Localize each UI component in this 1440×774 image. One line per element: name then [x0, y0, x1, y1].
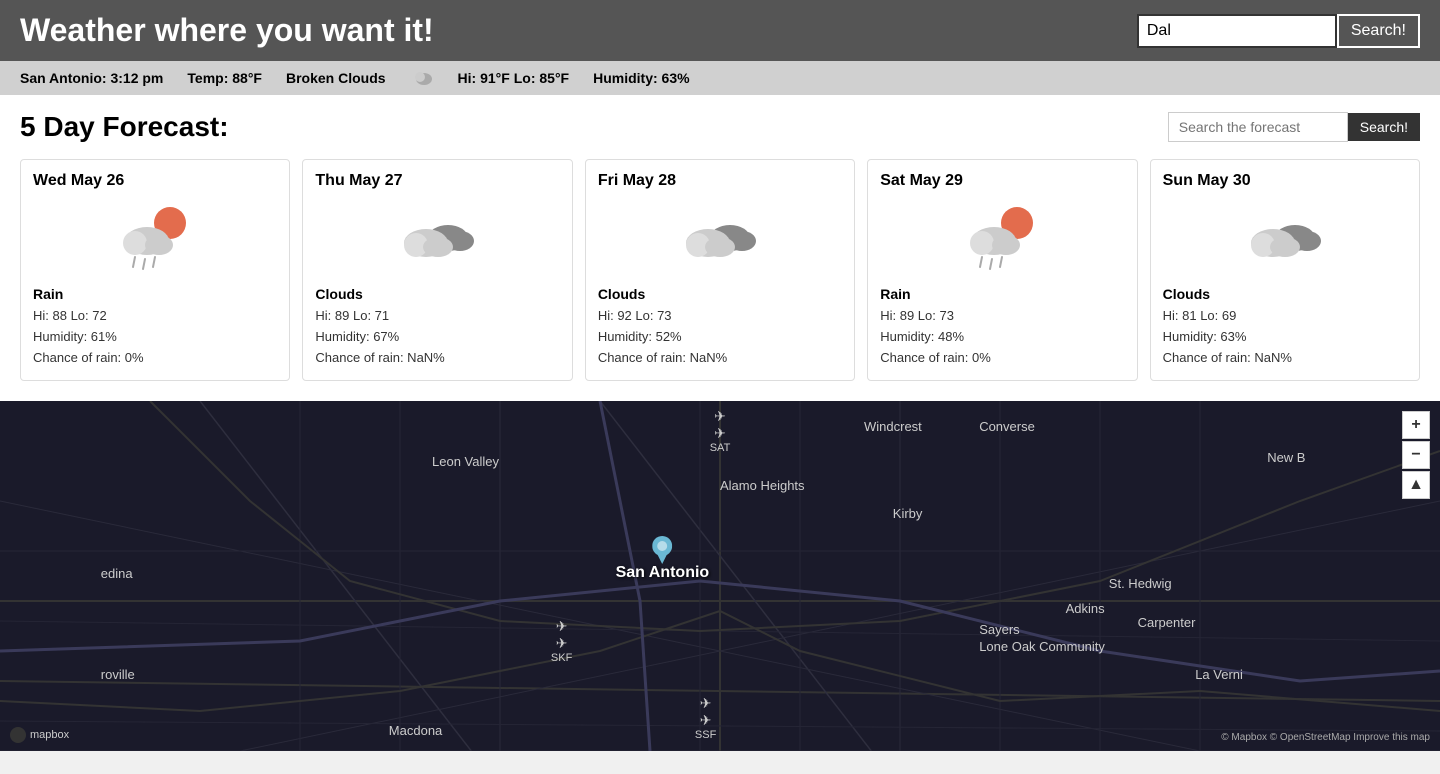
- map-label: Windcrest: [864, 419, 922, 434]
- rain-icon: [115, 203, 195, 273]
- map-attribution: © Mapbox © OpenStreetMap Improve this ma…: [1221, 732, 1430, 743]
- map-label: Carpenter: [1138, 615, 1196, 630]
- card-details: Hi: 88 Lo: 72Humidity: 61%Chance of rain…: [33, 306, 277, 368]
- map-label: Kirby: [893, 506, 923, 521]
- card-day-label: Sat May 29: [880, 172, 1124, 190]
- forecast-title: 5 Day Forecast:: [20, 111, 229, 143]
- status-bar: San Antonio: 3:12 pm Temp: 88°F Broken C…: [0, 61, 1440, 95]
- map-controls: + − ▲: [1402, 411, 1430, 499]
- map-label: roville: [101, 667, 135, 682]
- airport-marker: ✈SSF: [695, 695, 716, 741]
- header-search-area: Search!: [1137, 14, 1420, 48]
- mapbox-logo: mapbox: [10, 727, 69, 743]
- forecast-card: Wed May 26 Rain Hi: 88 Lo: 72Humidity: 6…: [20, 159, 290, 381]
- card-description: Clouds: [315, 286, 559, 302]
- app-title: Weather where you want it!: [20, 12, 434, 49]
- map-label: edina: [101, 566, 133, 581]
- card-details: Hi: 92 Lo: 73Humidity: 52%Chance of rain…: [598, 306, 842, 368]
- status-condition: Broken Clouds: [286, 70, 386, 86]
- airport-marker: ✈SKF: [551, 618, 572, 664]
- card-icon-area: [1163, 198, 1407, 278]
- card-icon-area: [33, 198, 277, 278]
- card-details: Hi: 81 Lo: 69Humidity: 63%Chance of rain…: [1163, 306, 1407, 368]
- card-description: Rain: [880, 286, 1124, 302]
- card-description: Clouds: [1163, 286, 1407, 302]
- card-description: Clouds: [598, 286, 842, 302]
- map-label: Sayers: [979, 622, 1019, 637]
- clouds-icon: [680, 203, 760, 273]
- airport-marker: ✈SAT: [710, 408, 731, 454]
- map-reset-button[interactable]: ▲: [1402, 471, 1430, 499]
- map-section: Windcrest Converse Leon Valley Alamo Height…: [0, 401, 1440, 751]
- map-label: Lone Oak Community: [979, 639, 1105, 654]
- status-hilo: Hi: 91°F Lo: 85°F: [458, 70, 570, 86]
- forecast-header: 5 Day Forecast: Search!: [20, 111, 1420, 143]
- map-label: Converse: [979, 419, 1035, 434]
- status-temp: Temp: 88°F: [187, 70, 262, 86]
- forecast-card: Thu May 27 Clouds Hi: 89 Lo: 71Humidity:…: [302, 159, 572, 381]
- map-pin-icon: [652, 536, 672, 564]
- map-label: Adkins: [1066, 601, 1105, 616]
- map-container: Windcrest Converse Leon Valley Alamo Height…: [0, 401, 1440, 751]
- forecast-card: Sun May 30 Clouds Hi: 81 Lo: 69Humidity:…: [1150, 159, 1420, 381]
- card-icon-area: [315, 198, 559, 278]
- map-zoom-out-button[interactable]: −: [1402, 441, 1430, 469]
- map-label: Macdona: [389, 723, 442, 738]
- card-day-label: Wed May 26: [33, 172, 277, 190]
- forecast-section: 5 Day Forecast: Search! Wed May 26 Rain …: [0, 95, 1440, 401]
- map-zoom-in-button[interactable]: +: [1402, 411, 1430, 439]
- forecast-card: Sat May 29 Rain Hi: 89 Lo: 73Humidity: 4…: [867, 159, 1137, 381]
- header-search-input[interactable]: [1137, 14, 1337, 48]
- mapbox-logo-text: mapbox: [30, 729, 69, 741]
- map-label: Alamo Heights: [720, 478, 805, 493]
- rain-icon: [962, 203, 1042, 273]
- map-label: Leon Valley: [432, 454, 499, 469]
- card-day-label: Sun May 30: [1163, 172, 1407, 190]
- card-icon-area: [880, 198, 1124, 278]
- clouds-icon: [398, 203, 478, 273]
- card-day-label: Thu May 27: [315, 172, 559, 190]
- card-icon-area: [598, 198, 842, 278]
- forecast-card: Fri May 28 Clouds Hi: 92 Lo: 73Humidity:…: [585, 159, 855, 381]
- map-city-marker: San Antonio: [616, 536, 710, 582]
- map-label: New B: [1267, 450, 1305, 465]
- map-city-label: San Antonio: [616, 564, 710, 582]
- broken-clouds-icon: [410, 69, 434, 87]
- card-description: Rain: [33, 286, 277, 302]
- map-label: St. Hedwig: [1109, 576, 1172, 591]
- map-label: La Verni: [1195, 667, 1243, 682]
- clouds-icon: [1245, 203, 1325, 273]
- card-details: Hi: 89 Lo: 71Humidity: 67%Chance of rain…: [315, 306, 559, 368]
- card-day-label: Fri May 28: [598, 172, 842, 190]
- card-details: Hi: 89 Lo: 73Humidity: 48%Chance of rain…: [880, 306, 1124, 368]
- forecast-search-button[interactable]: Search!: [1348, 113, 1420, 141]
- status-humidity: Humidity: 63%: [593, 70, 689, 86]
- forecast-search-input[interactable]: [1168, 112, 1348, 142]
- mapbox-logo-icon: [10, 727, 26, 743]
- forecast-cards: Wed May 26 Rain Hi: 88 Lo: 72Humidity: 6…: [20, 159, 1420, 381]
- header-search-button[interactable]: Search!: [1337, 14, 1420, 48]
- app-header: Weather where you want it! Search!: [0, 0, 1440, 61]
- status-location: San Antonio: 3:12 pm: [20, 70, 163, 86]
- forecast-search-area: Search!: [1168, 112, 1420, 142]
